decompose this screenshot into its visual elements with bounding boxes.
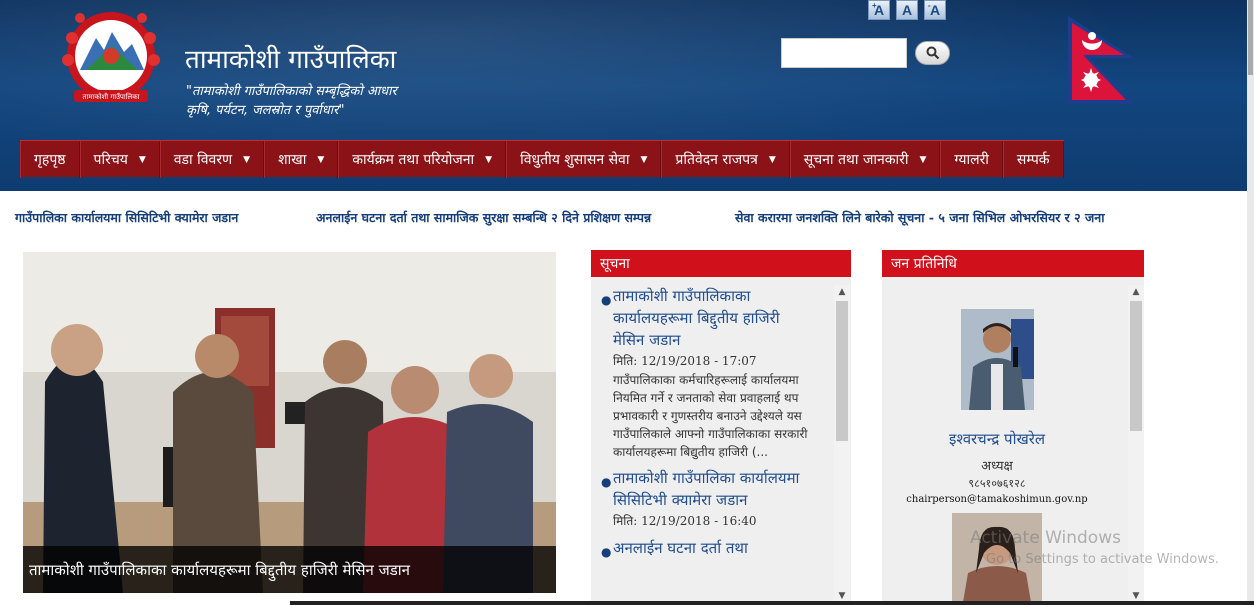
notice-list-container: ● तामाकोशी गाउँपालिकाका कार्यालयहरूमा बि…	[591, 285, 835, 603]
scroll-thumb[interactable]	[1130, 301, 1142, 431]
caret-down-icon: ▼	[640, 154, 648, 165]
nav-item-introduction[interactable]: परिचय ▼	[79, 141, 160, 178]
search-button[interactable]	[915, 41, 950, 65]
nav-label: विधुतीय शुसासन सेवा	[520, 152, 630, 168]
font-decrease-label: A	[929, 2, 941, 18]
bullet-icon: ●	[601, 475, 612, 489]
featured-slider[interactable]: तामाकोशी गाउँपालिकाका कार्यालयहरूमा बिद्…	[23, 252, 556, 593]
tagline-line-2: कृषि, पर्यटन, जलस्रोत र पुर्वाधार"	[186, 103, 345, 118]
notice-date: मिति: 12/19/2018 - 16:40	[613, 514, 757, 528]
bullet-icon: ●	[601, 545, 612, 559]
caret-down-icon: ▼	[768, 154, 776, 165]
nav-item-gallery[interactable]: ग्यालरी	[940, 141, 1003, 178]
watermark-title: Activate Windows	[970, 528, 1121, 548]
news-ticker: गाउँपालिका कार्यालयमा सिसिटिभी क्यामेरा …	[0, 191, 1250, 241]
nav-label: परिचय	[93, 152, 128, 168]
nav-item-programs[interactable]: कार्यक्रम तथा परियोजना ▼	[338, 141, 507, 178]
nav-item-branch[interactable]: शाखा ▼	[264, 141, 339, 178]
watermark-subtitle: Go to Settings to activate Windows.	[986, 552, 1219, 567]
nav-label: वडा विवरण	[173, 152, 233, 168]
notice-title-link[interactable]: तामाकोशी गाउँपालिकाका कार्यालयहरूमा बिद्…	[613, 285, 811, 351]
nav-label: सूचना तथा जानकारी	[803, 152, 909, 168]
svg-text:तामाकोशी गाउँपालिका: तामाकोशी गाउँपालिका	[83, 92, 140, 101]
page-scrollbar[interactable]	[1247, 0, 1254, 605]
search-icon	[926, 46, 939, 60]
notice-title-link[interactable]: तामाकोशी गाउँपालिका कार्यालयमा सिसिटिभी …	[613, 467, 811, 511]
caret-down-icon: ▼	[485, 154, 493, 165]
site-tagline: "तामाकोशी गाउँपालिकाको सम्बृद्धिको आधार …	[186, 82, 446, 120]
font-increase-button[interactable]: + A	[868, 0, 890, 20]
caret-down-icon: ▼	[317, 154, 325, 165]
nav-label: शाखा	[278, 152, 307, 168]
nav-label: प्रतिवेदन राजपत्र	[675, 152, 758, 168]
representative-photo[interactable]	[960, 309, 1034, 410]
notice-scrollbar[interactable]: ▲ ▼	[834, 285, 850, 603]
list-item: ● तामाकोशी गाउँपालिकाका कार्यालयहरूमा बि…	[601, 285, 811, 461]
font-reset-button[interactable]: A	[896, 0, 918, 20]
scroll-up-icon[interactable]: ▲	[834, 285, 850, 299]
notice-panel: सूचना ● तामाकोशी गाउँपालिकाका कार्यालयहर…	[591, 250, 851, 603]
nepal-emblem-icon[interactable]: तामाकोशी गाउँपालिका	[52, 8, 170, 108]
site-header: तामाकोशी गाउँपालिका तामाकोशी गाउँपालिका …	[0, 0, 1250, 191]
notice-title-link[interactable]: अनलाईन घटना दर्ता तथा	[613, 537, 811, 559]
bottom-scroll-track	[290, 601, 1254, 605]
notice-date: मिति: 12/19/2018 - 17:07	[613, 354, 757, 368]
avatar	[960, 309, 1034, 410]
nav-label: ग्यालरी	[954, 152, 989, 168]
caret-down-icon: ▼	[138, 154, 146, 165]
list-item: ● अनलाईन घटना दर्ता तथा	[601, 537, 811, 559]
ticker-link[interactable]: गाउँपालिका कार्यालयमा सिसिटिभी क्यामेरा …	[15, 209, 238, 226]
notice-panel-heading: सूचना	[591, 250, 851, 277]
nav-item-ward-details[interactable]: वडा विवरण ▼	[159, 141, 265, 178]
os-activation-watermark: Activate Windows Go to Settings to activ…	[970, 527, 1219, 571]
representative-phone: ९८५१०७६१२८	[968, 477, 1026, 490]
caret-down-icon: ▼	[919, 154, 927, 165]
representatives-panel-heading: जन प्रतिनिधि	[882, 250, 1144, 277]
representative-name-link[interactable]: इश्वरचन्द्र पोखरेल	[882, 429, 1112, 449]
nav-item-reports[interactable]: प्रतिवेदन राजपत्र ▼	[661, 141, 790, 178]
scroll-up-icon[interactable]: ▲	[1128, 285, 1144, 299]
list-item: ● तामाकोशी गाउँपालिका कार्यालयमा सिसिटिभ…	[601, 467, 811, 531]
caret-down-icon: ▼	[243, 154, 251, 165]
main-nav: गृहपृष्ठ परिचय ▼ वडा विवरण ▼ शाखा ▼ कार्यक्…	[20, 140, 1064, 178]
nav-item-home[interactable]: गृहपृष्ठ	[20, 141, 80, 178]
nav-item-information[interactable]: सूचना तथा जानकारी ▼	[789, 141, 941, 178]
search-input[interactable]	[781, 38, 907, 68]
nav-item-contact[interactable]: सम्पर्क	[1002, 141, 1064, 178]
nepal-flag-icon	[1068, 16, 1134, 104]
nav-label: सम्पर्क	[1016, 152, 1050, 168]
font-reset-label: A	[901, 2, 913, 18]
slider-caption[interactable]: तामाकोशी गाउँपालिकाका कार्यालयहरूमा बिद्…	[23, 546, 556, 593]
nav-item-egovernance[interactable]: विधुतीय शुसासन सेवा ▼	[506, 141, 662, 178]
nav-label: कार्यक्रम तथा परियोजना	[352, 152, 475, 168]
tagline-line-1: "तामाकोशी गाउँपालिकाको सम्बृद्धिको आधार	[186, 84, 397, 99]
notice-list: ● तामाकोशी गाउँपालिकाका कार्यालयहरूमा बि…	[591, 285, 811, 559]
bullet-icon: ●	[601, 293, 612, 307]
ticker-link[interactable]: सेवा करारमा जनशक्ति लिने बारेको सूचना - …	[735, 209, 1104, 226]
page-scroll-thumb[interactable]	[1248, 0, 1253, 75]
scroll-thumb[interactable]	[836, 301, 848, 441]
representative-email: chairperson@tamakoshimun.gov.np	[906, 494, 1088, 505]
notice-excerpt: गाउँपालिकाका कर्मचारिहरूलाई कार्यालयमा न…	[613, 373, 808, 459]
ticker-link[interactable]: अनलाईन घटना दर्ता तथा सामाजिक सुरक्षा सम…	[316, 209, 651, 226]
representative-role: अध्यक्ष	[981, 459, 1013, 474]
font-size-controls: + A A -A	[868, 0, 946, 20]
nav-label: गृहपृष्ठ	[34, 152, 66, 168]
slider-photo	[23, 252, 556, 593]
site-title[interactable]: तामाकोशी गाउँपालिका	[185, 40, 396, 76]
font-decrease-button[interactable]: -A	[924, 0, 946, 20]
